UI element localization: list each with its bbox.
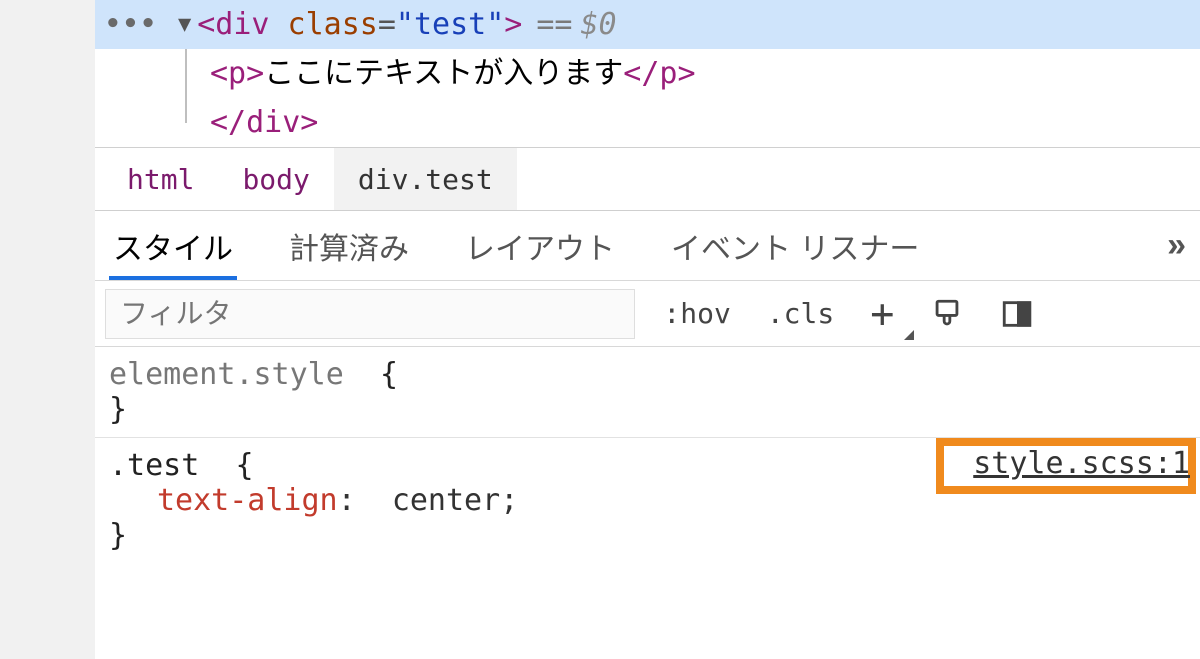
dom-node-child[interactable]: <p>ここにテキストが入ります</p> — [95, 49, 1200, 98]
tab-computed[interactable]: 計算済み — [285, 212, 413, 280]
paint-brush-icon[interactable] — [912, 281, 982, 346]
styles-toolbar: :hov .cls + — [95, 281, 1200, 347]
tab-layout[interactable]: レイアウト — [461, 212, 619, 280]
styles-subtabs: スタイル 計算済み レイアウト イベント リスナー » — [95, 211, 1200, 281]
css-property[interactable]: text-align — [109, 483, 338, 518]
css-colon: : — [338, 483, 356, 518]
crumb-body[interactable]: body — [218, 148, 333, 210]
breadcrumb: html body div.test — [95, 147, 1200, 211]
selected-marker-var: $0 — [580, 2, 616, 47]
brace-close: } — [109, 392, 127, 427]
child-close-tag: </p> — [623, 56, 695, 91]
tab-event-listeners[interactable]: イベント リスナー — [667, 212, 923, 280]
ellipsis-icon[interactable]: ••• — [105, 5, 158, 44]
child-text: ここにテキストが入ります — [264, 56, 623, 91]
crumb-div-test[interactable]: div.test — [334, 148, 517, 210]
tag-open-angle: < — [197, 2, 215, 47]
css-semi: ; — [500, 483, 518, 518]
brace-open: { — [235, 448, 253, 483]
cls-toggle[interactable]: .cls — [749, 281, 852, 346]
dom-node-selected[interactable]: ••• ▼ <div class="test"> == $0 — [95, 0, 1200, 49]
dom-node-close[interactable]: </div> — [95, 98, 1200, 147]
brace-close: } — [109, 518, 127, 553]
css-value[interactable]: center — [392, 483, 500, 518]
attr-value: "test" — [396, 2, 504, 47]
hov-toggle[interactable]: :hov — [645, 281, 748, 346]
attr-eq: = — [378, 2, 396, 47]
attr-name: class — [288, 2, 378, 47]
tag-close-angle: > — [504, 2, 522, 47]
selector-test: .test — [109, 448, 199, 483]
close-tag: </div> — [210, 105, 318, 140]
more-tabs-icon[interactable]: » — [1167, 226, 1186, 265]
child-open-tag: <p> — [210, 56, 264, 91]
rule-test[interactable]: style.scss:1 .test { text-align: center;… — [95, 438, 1200, 563]
source-link[interactable]: style.scss:1 — [973, 446, 1190, 481]
crumb-html[interactable]: html — [103, 148, 218, 210]
rule-element-style[interactable]: element.style { } — [95, 347, 1200, 438]
selector-element-style: element.style — [109, 357, 344, 392]
new-style-rule-button[interactable]: + — [852, 281, 912, 346]
tag-name: div — [215, 2, 269, 47]
elements-dom-tree: ••• ▼ <div class="test"> == $0 <p>ここにテキス… — [95, 0, 1200, 147]
computed-panel-toggle-icon[interactable] — [982, 281, 1052, 346]
selected-marker-eq: == — [536, 2, 572, 47]
style-rules: element.style { } style.scss:1 .test { t… — [95, 347, 1200, 563]
filter-input[interactable] — [105, 289, 635, 339]
devtools-panel: ••• ▼ <div class="test"> == $0 <p>ここにテキス… — [95, 0, 1200, 659]
left-gutter — [0, 0, 95, 659]
caret-down-icon[interactable]: ▼ — [178, 8, 191, 41]
tab-styles[interactable]: スタイル — [109, 212, 237, 280]
brace-open — [362, 357, 380, 392]
